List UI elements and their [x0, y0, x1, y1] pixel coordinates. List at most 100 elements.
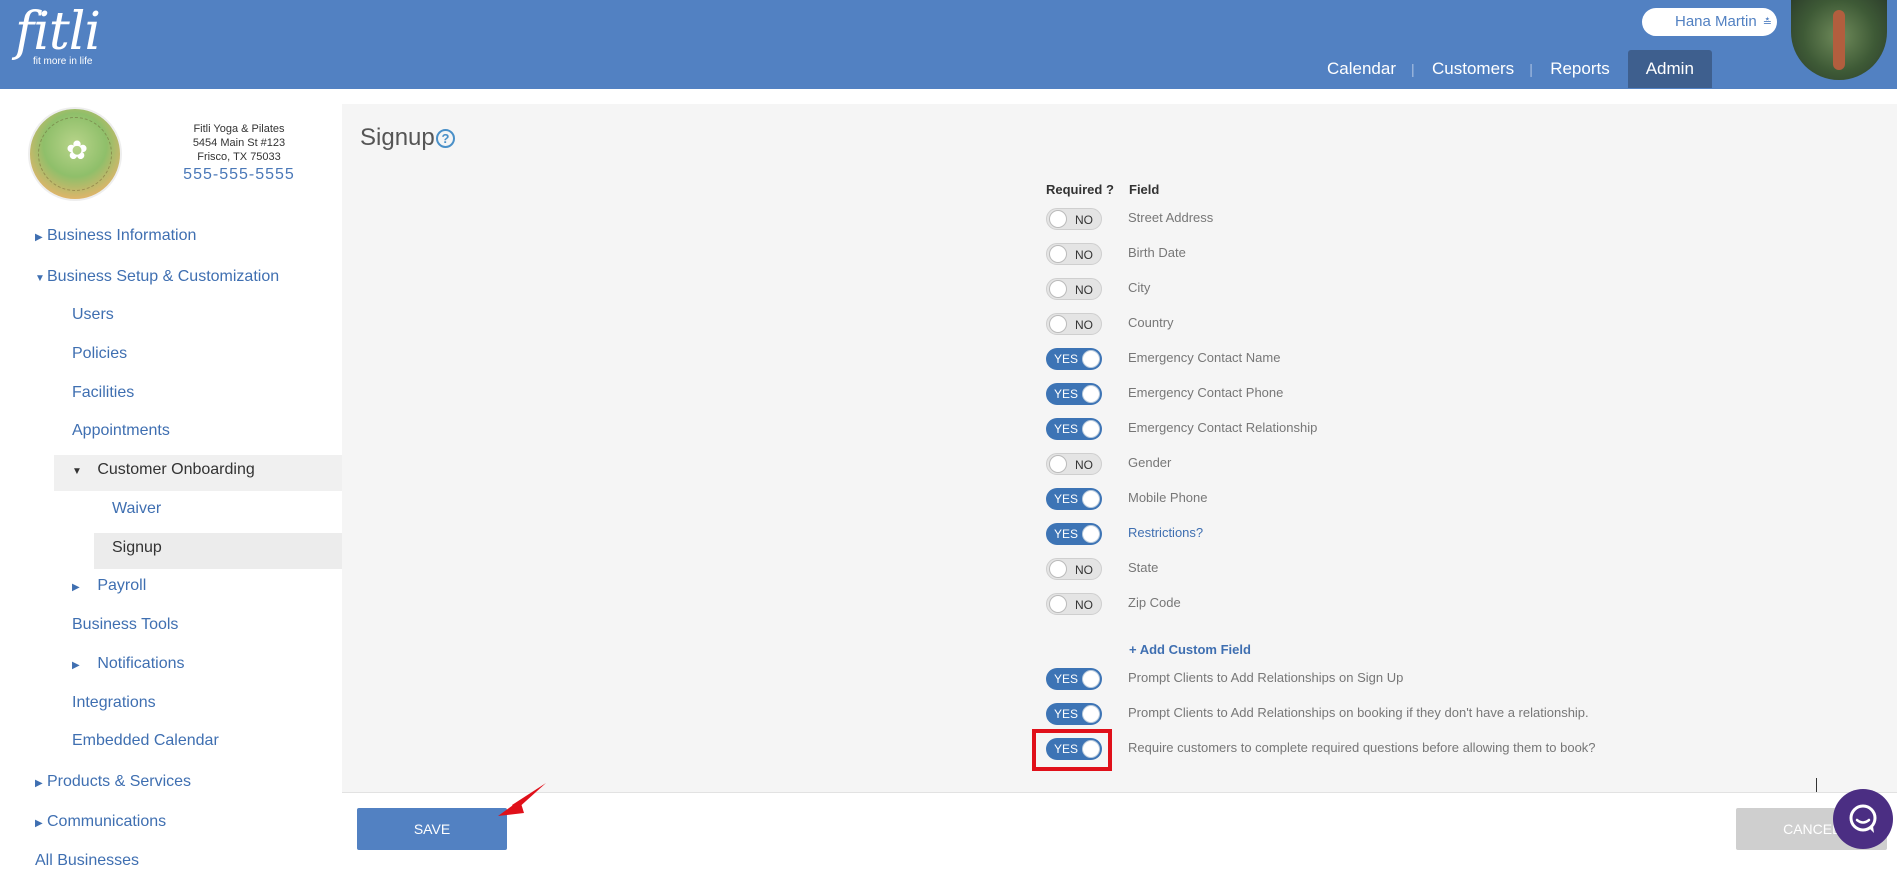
sidebar-item-business-setup[interactable]: ▼ Business Setup & Customization — [35, 268, 279, 286]
option-2-label: Prompt Clients to Add Relationships on b… — [1128, 705, 1589, 720]
business-address-line2: Frisco, TX 75033 — [197, 151, 281, 163]
toggle-state-label: NO — [1075, 563, 1093, 577]
nav-customers[interactable]: Customers — [1411, 50, 1532, 88]
toggle-knob — [1082, 350, 1100, 368]
caret-right-icon: ▶ — [72, 660, 80, 671]
field-restrictions-required-toggle[interactable]: YES — [1046, 523, 1102, 545]
sidebar-item-payroll[interactable]: ▶ Payroll — [72, 577, 146, 595]
field-emergency-contact-relationship-label: Emergency Contact Relationship — [1128, 420, 1318, 435]
nav-calendar[interactable]: Calendar — [1309, 50, 1414, 88]
fitli-logo[interactable]: fitli fit more in life — [15, 6, 101, 67]
business-name: Fitli Yoga & Pilates — [193, 123, 285, 135]
text-cursor — [1816, 778, 1817, 792]
caret-down-icon: ▼ — [35, 273, 45, 284]
toggle-state-label: YES — [1054, 707, 1079, 721]
add-custom-field-link[interactable]: + Add Custom Field — [1129, 642, 1251, 657]
chevron-down-icon: ≛ — [1762, 17, 1772, 29]
toggle-state-label: YES — [1054, 492, 1079, 506]
field-state-label: State — [1128, 560, 1159, 575]
user-menu-button[interactable]: Hana Martin ≛ — [1642, 8, 1777, 36]
sidebar-item-customer-onboarding[interactable]: ▼ Customer Onboarding — [72, 461, 255, 479]
option-3-label: Require customers to complete required q… — [1128, 740, 1596, 755]
field-birth-date-label: Birth Date — [1128, 245, 1186, 260]
save-button[interactable]: SAVE — [357, 808, 507, 850]
column-header-field: Field — [1129, 182, 1160, 197]
field-country-label: Country — [1128, 315, 1174, 330]
toggle-state-label: YES — [1054, 527, 1079, 541]
toggle-state-label: YES — [1054, 672, 1079, 686]
logo-tagline: fit more in life — [33, 56, 93, 67]
caret-right-icon: ▶ — [35, 818, 43, 829]
field-zip-code-required-toggle[interactable]: NO — [1046, 593, 1102, 615]
sidebar-item-policies[interactable]: Policies — [72, 345, 127, 363]
sidebar-item-signup[interactable]: Signup — [112, 539, 162, 557]
caret-right-icon: ▶ — [35, 778, 43, 789]
field-zip-code-label: Zip Code — [1128, 595, 1181, 610]
field-mobile-phone-required-toggle[interactable]: YES — [1046, 488, 1102, 510]
toggle-knob — [1049, 455, 1067, 473]
business-address-line1: 5454 Main St #123 — [192, 137, 286, 149]
toggle-knob — [1082, 420, 1100, 438]
page-title: Signup — [360, 124, 435, 151]
field-street-address-required-toggle[interactable]: NO — [1046, 208, 1102, 230]
option-2-required-toggle[interactable]: YES — [1046, 703, 1102, 725]
sidebar-item-waiver[interactable]: Waiver — [112, 500, 161, 518]
toggle-knob — [1049, 560, 1067, 578]
highlight-annotation-box — [1032, 729, 1112, 771]
sidebar-item-embedded-calendar[interactable]: Embedded Calendar — [72, 732, 219, 750]
field-mobile-phone-label: Mobile Phone — [1128, 490, 1208, 505]
field-restrictions-label[interactable]: Restrictions? — [1128, 525, 1203, 540]
field-emergency-contact-name-label: Emergency Contact Name — [1128, 350, 1281, 365]
business-phone: 555-555-5555 — [183, 166, 295, 183]
field-emergency-contact-phone-required-toggle[interactable]: YES — [1046, 383, 1102, 405]
toggle-knob — [1082, 525, 1100, 543]
sidebar-item-users[interactable]: Users — [72, 306, 114, 324]
field-city-required-toggle[interactable]: NO — [1046, 278, 1102, 300]
sidebar-item-all-businesses[interactable]: All Businesses — [35, 852, 139, 870]
chat-bubble-icon — [1849, 804, 1877, 833]
column-header-required: Required ? — [1046, 182, 1114, 197]
option-1-label: Prompt Clients to Add Relationships on S… — [1128, 670, 1404, 685]
field-gender-required-toggle[interactable]: NO — [1046, 453, 1102, 475]
toggle-knob — [1082, 670, 1100, 688]
option-1-required-toggle[interactable]: YES — [1046, 668, 1102, 690]
toggle-state-label: YES — [1054, 352, 1079, 366]
toggle-knob — [1082, 385, 1100, 403]
toggle-knob — [1049, 245, 1067, 263]
toggle-knob — [1082, 490, 1100, 508]
field-street-address-label: Street Address — [1128, 210, 1214, 225]
toggle-state-label: NO — [1075, 318, 1093, 332]
toggle-state-label: NO — [1075, 283, 1093, 297]
toggle-state-label: YES — [1054, 422, 1079, 436]
caret-down-icon: ▼ — [72, 466, 82, 477]
sidebar-item-business-tools[interactable]: Business Tools — [72, 616, 178, 634]
caret-right-icon: ▶ — [35, 232, 43, 243]
nav-admin[interactable]: Admin — [1627, 50, 1712, 88]
field-emergency-contact-name-required-toggle[interactable]: YES — [1046, 348, 1102, 370]
caret-right-icon: ▶ — [72, 582, 80, 593]
main-panel — [342, 104, 1897, 792]
sidebar-item-appointments[interactable]: Appointments — [72, 422, 170, 440]
field-gender-label: Gender — [1128, 455, 1172, 470]
help-icon[interactable]: ? — [436, 129, 455, 148]
toggle-state-label: NO — [1075, 248, 1093, 262]
field-country-required-toggle[interactable]: NO — [1046, 313, 1102, 335]
field-emergency-contact-relationship-required-toggle[interactable]: YES — [1046, 418, 1102, 440]
pointer-arrow-icon — [498, 783, 546, 816]
sidebar-item-business-information[interactable]: ▶ Business Information — [35, 227, 196, 245]
sidebar-item-integrations[interactable]: Integrations — [72, 694, 156, 712]
field-state-required-toggle[interactable]: NO — [1046, 558, 1102, 580]
sidebar-item-products-services[interactable]: ▶ Products & Services — [35, 773, 191, 791]
chat-support-button[interactable] — [1833, 789, 1893, 849]
sidebar-item-communications[interactable]: ▶ Communications — [35, 813, 166, 831]
user-name: Hana Martin — [1675, 13, 1757, 30]
main-nav: Calendar Customers Reports Admin — [1309, 50, 1712, 88]
nav-reports[interactable]: Reports — [1529, 50, 1628, 88]
toggle-state-label: NO — [1075, 213, 1093, 227]
sidebar-item-notifications[interactable]: ▶ Notifications — [72, 655, 185, 673]
toggle-knob — [1049, 280, 1067, 298]
toggle-knob — [1049, 315, 1067, 333]
sidebar-item-facilities[interactable]: Facilities — [72, 384, 134, 402]
field-birth-date-required-toggle[interactable]: NO — [1046, 243, 1102, 265]
field-emergency-contact-phone-label: Emergency Contact Phone — [1128, 385, 1284, 400]
